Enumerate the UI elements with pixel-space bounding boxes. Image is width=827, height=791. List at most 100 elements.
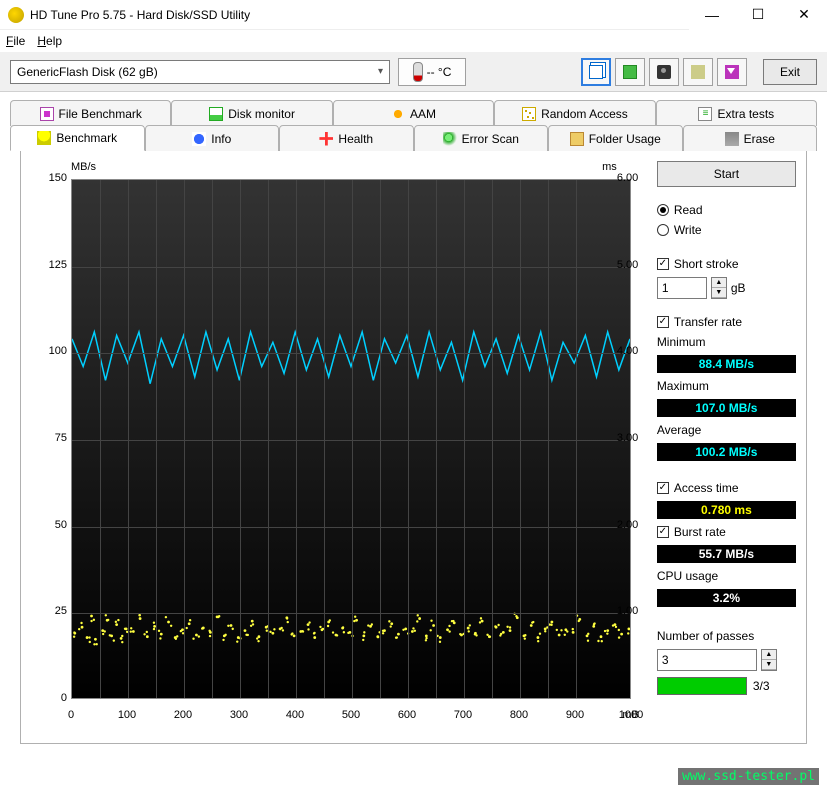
x-tick: 0 — [51, 709, 91, 721]
camera-icon — [657, 65, 671, 79]
y-axis-right-label: ms — [602, 161, 617, 173]
access-time-check[interactable]: Access time — [657, 481, 796, 495]
window-title: HD Tune Pro 5.75 - Hard Disk/SSD Utility — [30, 8, 689, 22]
erase-icon — [725, 132, 739, 146]
cpu-usage-value: 3.2% — [657, 589, 796, 607]
error-scan-icon — [443, 132, 457, 146]
maximum-value: 107.0 MB/s — [657, 399, 796, 417]
x-tick: 900 — [555, 709, 595, 721]
random-access-icon — [522, 107, 536, 121]
exit-button[interactable]: Exit — [763, 59, 817, 85]
num-passes-label: Number of passes — [657, 629, 796, 643]
transfer-rate-check[interactable]: Transfer rate — [657, 315, 796, 329]
y-left-tick: 0 — [39, 692, 67, 704]
burst-rate-check[interactable]: Burst rate — [657, 525, 796, 539]
tab-folder-usage[interactable]: Folder Usage — [548, 125, 683, 151]
tab-health[interactable]: Health — [279, 125, 414, 151]
tab-info[interactable]: Info — [145, 125, 280, 151]
temperature-value: -- °C — [427, 65, 452, 79]
tab-aam[interactable]: AAM — [333, 100, 494, 126]
app-icon — [8, 7, 24, 23]
tab-benchmark[interactable]: Benchmark — [10, 125, 145, 151]
chevron-down-icon: ▾ — [378, 66, 383, 77]
progress-text: 3/3 — [753, 679, 770, 693]
aam-icon — [391, 107, 405, 121]
info-icon — [192, 132, 206, 146]
extra-tests-icon — [698, 107, 712, 121]
device-select-value: GenericFlash Disk (62 gB) — [17, 65, 158, 79]
options-button[interactable] — [683, 58, 713, 86]
num-passes-input[interactable]: 3 ▲▼ — [657, 649, 796, 671]
menu-file[interactable]: File — [6, 34, 25, 48]
benchmark-panel: MB/s ms mB 15012510075502506.005.004.003… — [20, 150, 807, 744]
short-stroke-check[interactable]: Short stroke — [657, 257, 796, 271]
x-tick: 200 — [163, 709, 203, 721]
y-left-tick: 50 — [39, 519, 67, 531]
tab-disk-monitor[interactable]: Disk monitor — [171, 100, 332, 126]
menu-help[interactable]: Help — [37, 34, 62, 48]
y-right-tick: 5.00 — [617, 259, 645, 271]
tabs-row-1: File Benchmark Disk monitor AAM Random A… — [10, 100, 817, 125]
progress-bar: 3/3 — [657, 677, 796, 695]
tab-random-access[interactable]: Random Access — [494, 100, 655, 126]
window-titlebar: HD Tune Pro 5.75 - Hard Disk/SSD Utility… — [0, 0, 827, 30]
chart-canvas — [71, 179, 631, 699]
minimize-button[interactable]: — — [689, 0, 735, 30]
y-right-tick: 2.00 — [617, 519, 645, 531]
folder-icon — [570, 132, 584, 146]
download-button[interactable] — [717, 58, 747, 86]
benchmark-chart: MB/s ms mB 15012510075502506.005.004.003… — [31, 161, 645, 737]
tab-file-benchmark[interactable]: File Benchmark — [10, 100, 171, 126]
tab-extra-tests[interactable]: Extra tests — [656, 100, 817, 126]
minimum-label: Minimum — [657, 335, 796, 349]
close-button[interactable]: ✕ — [781, 0, 827, 30]
y-right-tick: 1.00 — [617, 605, 645, 617]
y-left-tick: 125 — [39, 259, 67, 271]
benchmark-icon — [37, 131, 51, 145]
thermometer-icon — [413, 62, 423, 82]
minimum-value: 88.4 MB/s — [657, 355, 796, 373]
radio-icon — [657, 224, 669, 236]
spinner-icon[interactable]: ▲▼ — [711, 277, 727, 299]
spinner-icon[interactable]: ▲▼ — [761, 649, 777, 671]
y-left-tick: 25 — [39, 605, 67, 617]
download-icon — [725, 65, 739, 79]
window-controls: — ☐ ✕ — [689, 0, 827, 30]
maximize-button[interactable]: ☐ — [735, 0, 781, 30]
read-radio[interactable]: Read — [657, 203, 796, 217]
screenshot-button[interactable] — [649, 58, 679, 86]
average-value: 100.2 MB/s — [657, 443, 796, 461]
x-tick: 1000 — [611, 709, 651, 721]
save-icon — [623, 65, 637, 79]
tab-error-scan[interactable]: Error Scan — [414, 125, 549, 151]
x-tick: 300 — [219, 709, 259, 721]
results-panel: Start Read Write Short stroke 1 ▲▼ gB Tr… — [645, 161, 796, 737]
short-stroke-input[interactable]: 1 ▲▼ gB — [657, 277, 796, 299]
menu-bar: File Help — [0, 30, 827, 52]
x-tick: 400 — [275, 709, 315, 721]
x-tick: 800 — [499, 709, 539, 721]
y-left-tick: 100 — [39, 345, 67, 357]
checkbox-icon — [657, 316, 669, 328]
y-right-tick: 4.00 — [617, 345, 645, 357]
toolbar-buttons — [581, 58, 747, 86]
start-button[interactable]: Start — [657, 161, 796, 187]
copy-icon — [589, 65, 603, 79]
maximum-label: Maximum — [657, 379, 796, 393]
toolbar: GenericFlash Disk (62 gB) ▾ -- °C Exit — [0, 52, 827, 92]
save-button[interactable] — [615, 58, 645, 86]
watermark: www.ssd-tester.pl — [678, 768, 819, 785]
copy-button[interactable] — [581, 58, 611, 86]
x-tick: 100 — [107, 709, 147, 721]
device-select[interactable]: GenericFlash Disk (62 gB) ▾ — [10, 60, 390, 84]
checkbox-icon — [657, 482, 669, 494]
cpu-usage-label: CPU usage — [657, 569, 796, 583]
tabs-row-2: Benchmark Info Health Error Scan Folder … — [10, 125, 817, 150]
x-tick: 500 — [331, 709, 371, 721]
y-left-tick: 150 — [39, 172, 67, 184]
tab-erase[interactable]: Erase — [683, 125, 818, 151]
radio-icon — [657, 204, 669, 216]
y-right-tick: 6.00 — [617, 172, 645, 184]
tabs-container: File Benchmark Disk monitor AAM Random A… — [0, 92, 827, 744]
write-radio[interactable]: Write — [657, 223, 796, 237]
